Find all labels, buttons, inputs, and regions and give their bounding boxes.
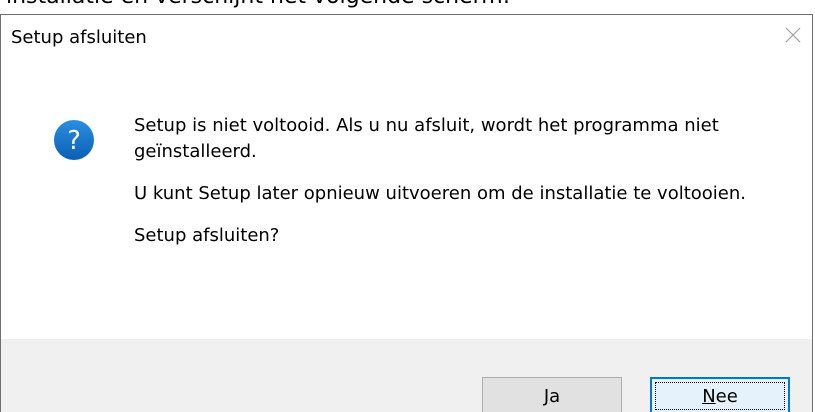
no-button-label: Nee [702,385,738,407]
message-line-3: Setup afsluiten? [134,225,280,246]
no-button[interactable]: Nee [650,377,790,412]
close-icon [785,27,801,43]
message-line-1: Setup is niet voltooid. Als u nu afsluit… [134,115,719,162]
button-bar: Ja Nee [1,339,812,412]
svg-text:?: ? [67,126,81,156]
dialog-title: Setup afsluiten [11,27,147,48]
setup-exit-dialog: Setup afsluiten ? Setup is niet voltooid… [0,14,813,412]
dialog-message: Setup is niet voltooid. Als u nu afsluit… [134,113,774,265]
background-document-text: installatie en verschijnt het volgende s… [6,0,510,10]
dialog-content: ? Setup is niet voltooid. Als u nu afslu… [1,59,812,271]
message-line-2: U kunt Setup later opnieuw uitvoeren om … [134,183,747,204]
yes-button-label: Ja [543,385,561,407]
question-icon: ? [54,120,94,160]
page: installatie en verschijnt het volgende s… [0,0,815,412]
title-bar[interactable]: Setup afsluiten [1,15,812,59]
close-button[interactable] [778,20,808,50]
yes-button[interactable]: Ja [482,377,622,412]
